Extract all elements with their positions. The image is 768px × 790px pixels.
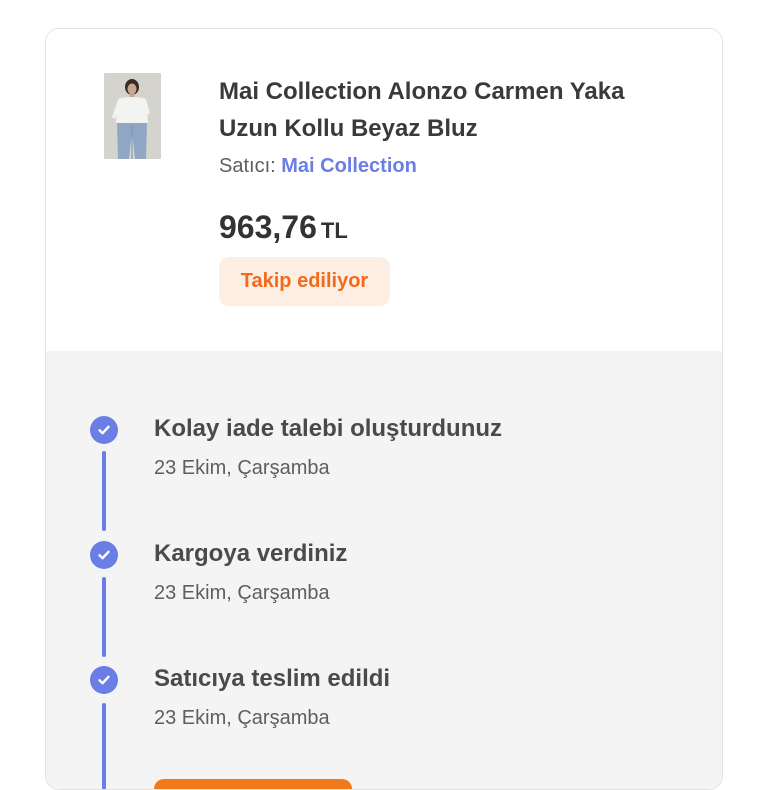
product-section: Mai Collection Alonzo Carmen Yaka Uzun K…: [46, 29, 722, 351]
check-circle-icon: [90, 666, 118, 694]
step-title: Satıcıya teslim edildi: [154, 665, 391, 692]
product-price: 963,76 TL: [219, 209, 348, 246]
product-title[interactable]: Mai Collection Alonzo Carmen Yaka Uzun K…: [219, 73, 669, 147]
return-card: Mai Collection Alonzo Carmen Yaka Uzun K…: [45, 28, 723, 790]
timeline-connector: [102, 703, 106, 789]
price-currency: TL: [320, 218, 348, 243]
step-date: 23 Ekim, Çarşamba: [154, 707, 330, 729]
product-image[interactable]: [104, 73, 161, 159]
timeline-connector: [102, 577, 106, 657]
product-photo-illustration: [104, 73, 161, 159]
step-date: 23 Ekim, Çarşamba: [154, 457, 330, 479]
return-timeline: Kolay iade talebi oluşturdunuz 23 Ekim, …: [46, 351, 722, 789]
seller-info: Satıcı: Mai Collection: [219, 155, 417, 178]
timeline-connector: [102, 451, 106, 531]
seller-link[interactable]: Mai Collection: [281, 155, 417, 177]
step-title: Kargoya verdiniz: [154, 540, 348, 567]
step-title: Kolay iade talebi oluşturdunuz: [154, 415, 503, 442]
price-amount: 963,76: [219, 209, 317, 245]
action-button[interactable]: [154, 779, 352, 789]
check-circle-icon: [90, 541, 118, 569]
step-date: 23 Ekim, Çarşamba: [154, 582, 330, 604]
check-circle-icon: [90, 416, 118, 444]
status-badge: Takip ediliyor: [219, 257, 390, 306]
seller-label: Satıcı:: [219, 155, 276, 177]
